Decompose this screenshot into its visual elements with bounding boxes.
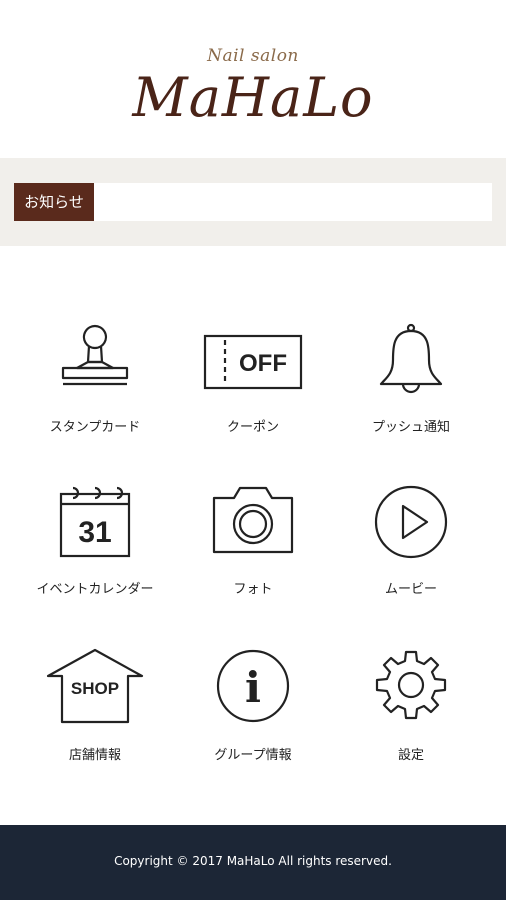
menu-item-label: ムービー bbox=[384, 582, 437, 597]
menu-item-label: プッシュ通知 bbox=[371, 420, 450, 435]
menu-item-label: 店舗情報 bbox=[68, 748, 121, 763]
menu-item-group-info[interactable]: i グループ情報 bbox=[169, 646, 337, 776]
play-icon bbox=[327, 480, 495, 560]
coupon-off-text: OFF bbox=[239, 350, 287, 377]
menu-item-shop-info[interactable]: SHOP 店舗情報 bbox=[11, 646, 179, 776]
calendar-day-text: 31 bbox=[78, 516, 111, 549]
gear-icon bbox=[327, 646, 495, 726]
calendar-icon: 31 bbox=[11, 480, 179, 560]
logo-subtitle: Nail salon bbox=[207, 46, 299, 66]
menu-item-label: スタンプカード bbox=[49, 420, 141, 435]
menu-item-photo[interactable]: フォト bbox=[169, 480, 337, 610]
info-icon: i bbox=[169, 646, 337, 726]
coupon-icon: OFF bbox=[169, 318, 337, 398]
menu-item-push-notification[interactable]: プッシュ通知 bbox=[327, 318, 495, 448]
menu-item-event-calendar[interactable]: 31 イベントカレンダー bbox=[11, 480, 179, 610]
menu-item-stamp-card[interactable]: スタンプカード bbox=[11, 318, 179, 448]
menu-grid: スタンプカード OFF クーポン プッシュ通知 31 イベントカレンダー フォト… bbox=[0, 318, 506, 768]
menu-item-settings[interactable]: 設定 bbox=[327, 646, 495, 776]
logo-title: MaHaLo bbox=[132, 66, 374, 129]
header: Nail salon MaHaLo bbox=[0, 0, 506, 158]
logo: Nail salon MaHaLo bbox=[0, 38, 506, 148]
menu-item-label: イベントカレンダー bbox=[36, 582, 154, 597]
menu-item-coupon[interactable]: OFF クーポン bbox=[169, 318, 337, 448]
camera-icon bbox=[169, 480, 337, 560]
menu-item-movie[interactable]: ムービー bbox=[327, 480, 495, 610]
notice-label: お知らせ bbox=[14, 183, 94, 221]
menu-item-label: フォト bbox=[233, 582, 273, 597]
menu-item-label: 設定 bbox=[397, 748, 424, 763]
bell-icon bbox=[327, 318, 495, 398]
stamp-icon bbox=[11, 318, 179, 398]
menu-item-label: グループ情報 bbox=[214, 748, 292, 763]
notice-bar[interactable]: お知らせ bbox=[14, 183, 492, 221]
info-glyph-text: i bbox=[245, 663, 261, 712]
shop-icon: SHOP bbox=[11, 646, 179, 726]
copyright-text: Copyright © 2017 MaHaLo All rights reser… bbox=[114, 854, 392, 868]
footer: Copyright © 2017 MaHaLo All rights reser… bbox=[0, 825, 506, 900]
notice-section: お知らせ bbox=[0, 158, 506, 246]
shop-sign-text: SHOP bbox=[71, 679, 119, 698]
menu-item-label: クーポン bbox=[226, 420, 279, 435]
